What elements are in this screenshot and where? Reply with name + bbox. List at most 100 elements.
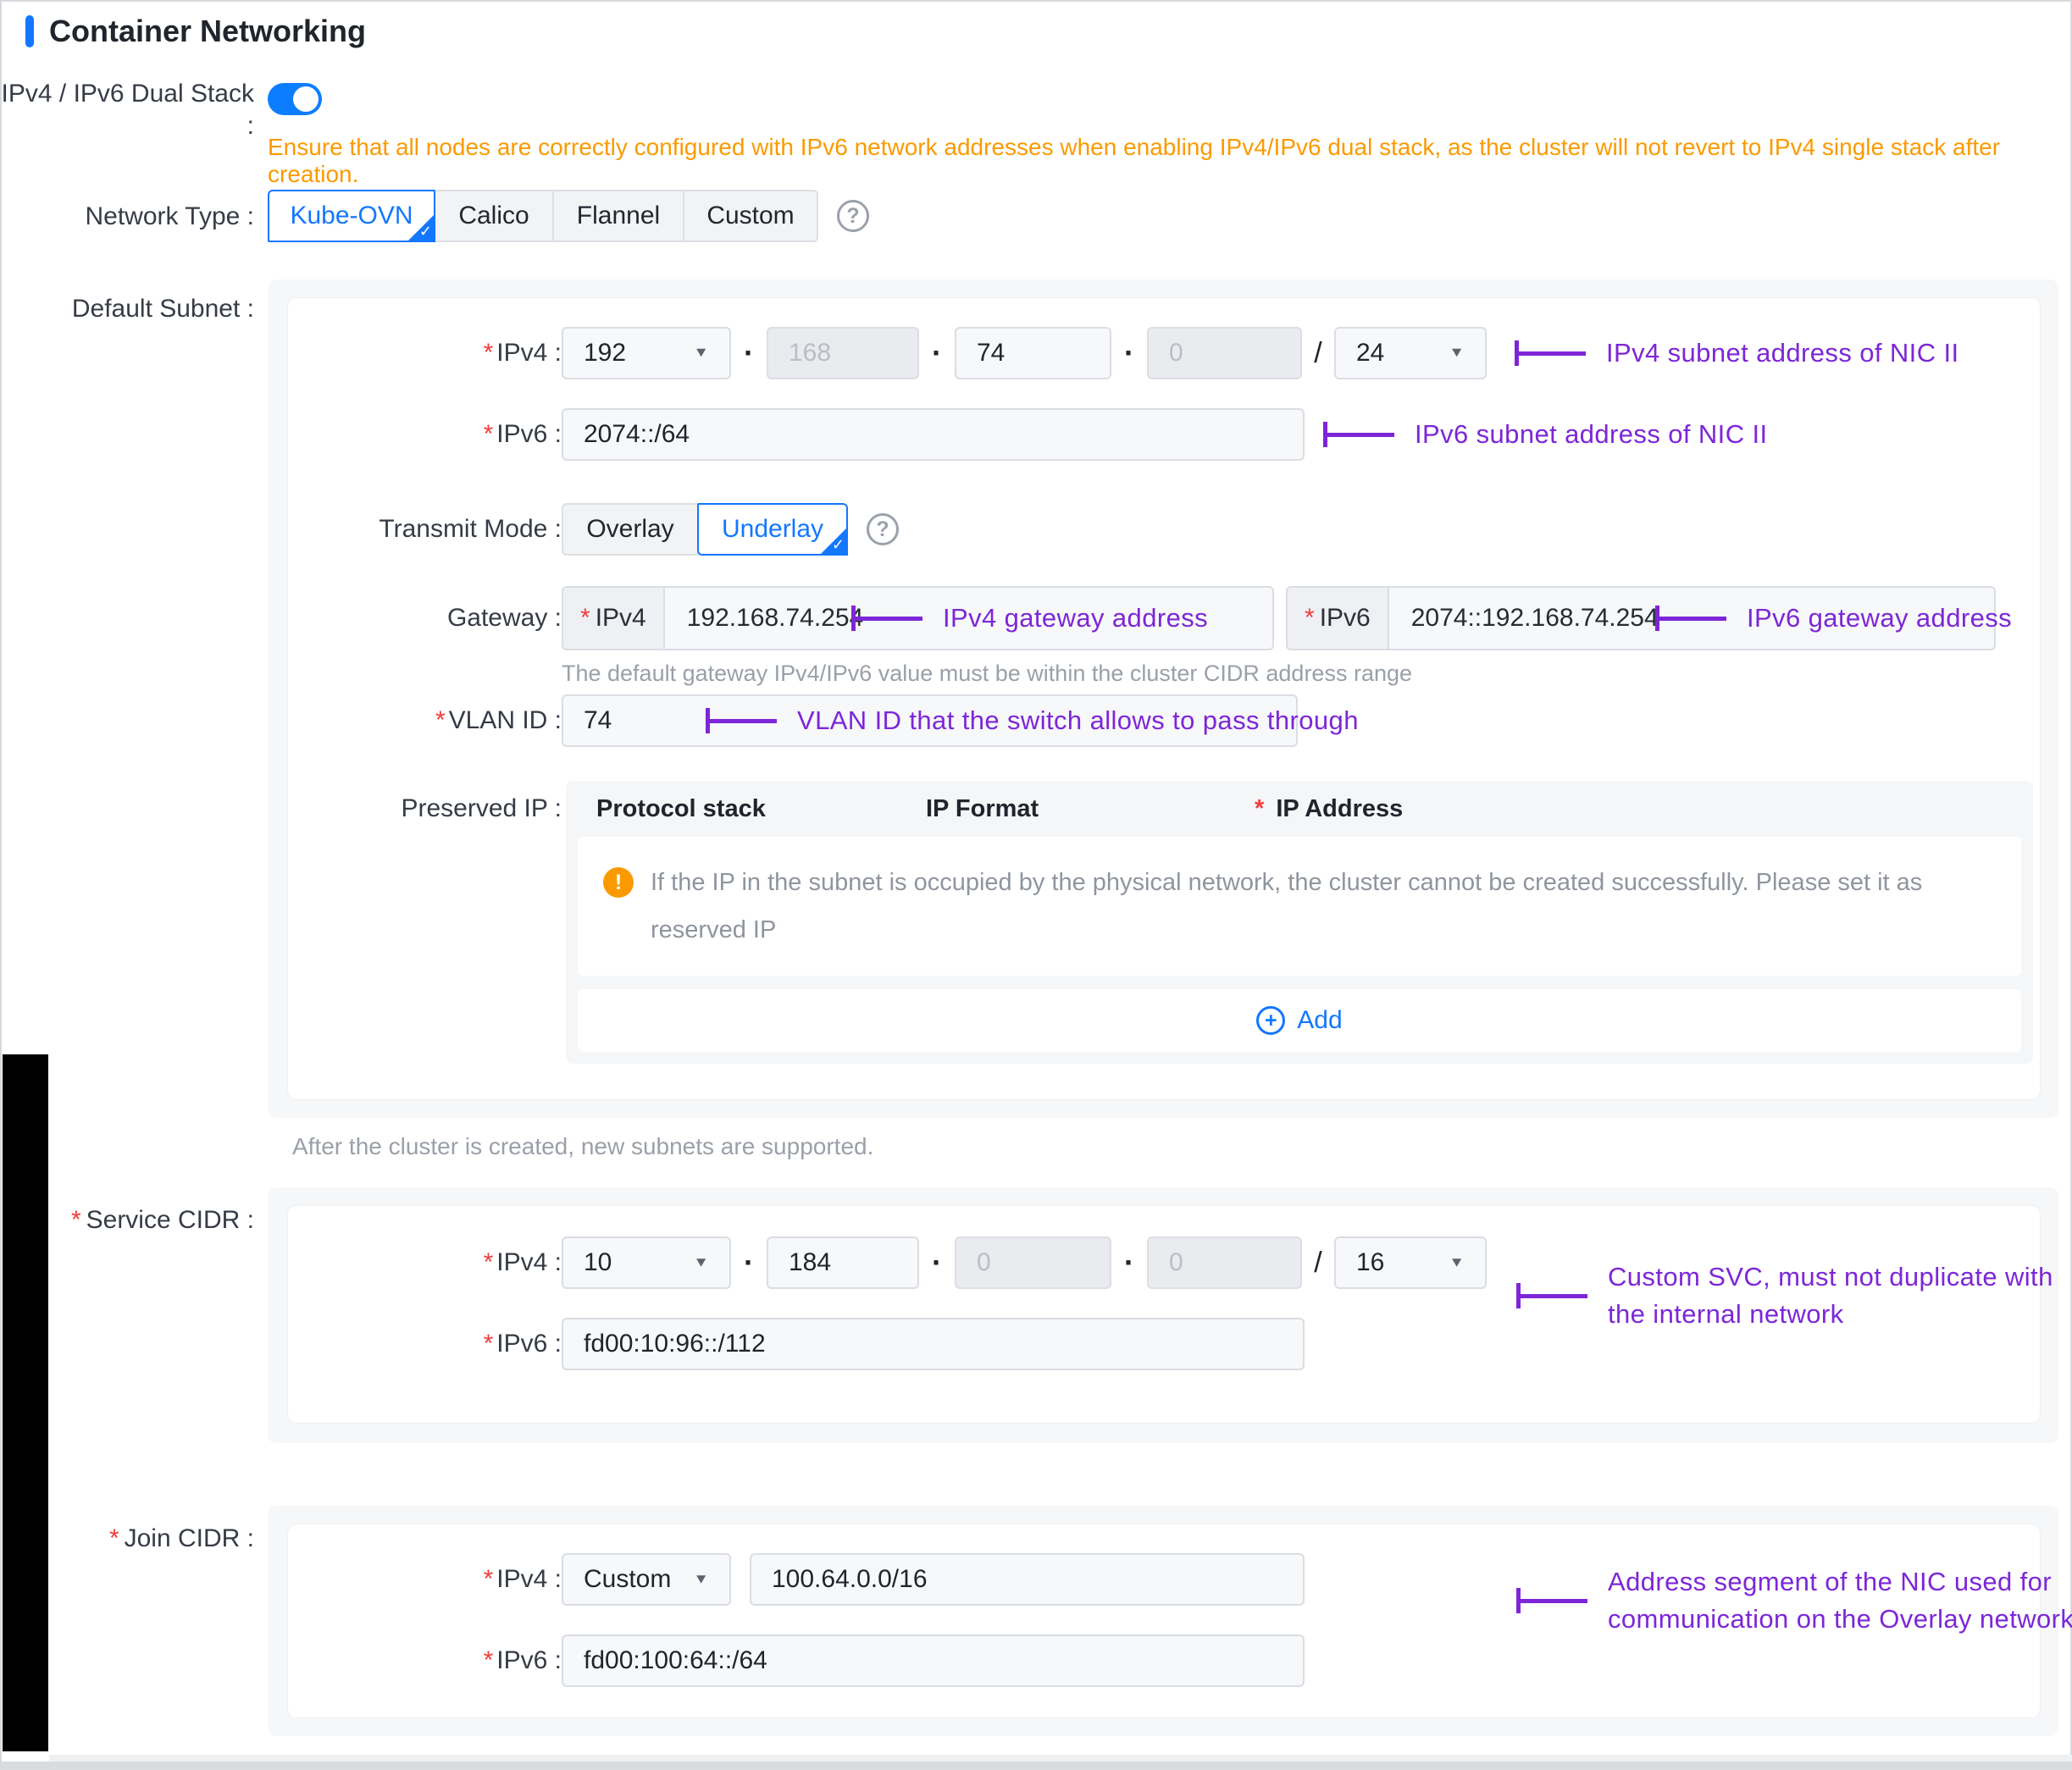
gateway-helper-row: The default gateway IPv4/IPv6 value must… bbox=[288, 661, 2040, 687]
gateway-row: Gateway : * IPv4 192.168.74.254 IPv4 gat… bbox=[288, 586, 2040, 650]
subnet-ipv4-octet4-input: 0 bbox=[1147, 327, 1302, 379]
vlan-row: * VLAN ID : 74 VLAN ID that the switch a… bbox=[288, 694, 2040, 747]
bottom-strip-light bbox=[49, 1755, 2072, 1762]
gateway-ipv4-group[interactable]: * IPv4 192.168.74.254 IPv4 gateway addre… bbox=[562, 586, 1274, 650]
network-type-help-icon[interactable]: ? bbox=[837, 200, 869, 232]
join-cidr-card: * IPv4 : Custom ▼ 100.64.0.0/16 * IPv6 :… bbox=[288, 1524, 2040, 1717]
annotation-marker bbox=[1516, 1588, 1587, 1613]
annotation-marker bbox=[1516, 1283, 1587, 1308]
tab-calico-label: Calico bbox=[458, 202, 529, 230]
column-ip-format: IP Format bbox=[926, 795, 1255, 823]
tab-kube-ovn-label: Kube-OVN bbox=[290, 202, 413, 230]
preserved-ip-table: Protocol stack IP Format * IP Address ! … bbox=[566, 781, 2033, 1064]
tab-calico[interactable]: Calico bbox=[434, 190, 554, 242]
service-ipv4-label: * IPv4 : bbox=[288, 1248, 562, 1277]
subnet-ipv4-annotation: IPv4 subnet address of NIC II bbox=[1515, 338, 1959, 368]
service-ipv6-input[interactable]: fd00:10:96::/112 bbox=[562, 1318, 1305, 1370]
subnet-ipv4-octet3-input[interactable]: 74 bbox=[955, 327, 1111, 379]
dot-separator: · bbox=[919, 335, 955, 371]
join-cidr-annotation: Address segment of the NIC used for comm… bbox=[1516, 1563, 2072, 1638]
slash-separator: / bbox=[1302, 337, 1334, 370]
dot-separator: · bbox=[731, 335, 767, 371]
join-cidr-panel: * IPv4 : Custom ▼ 100.64.0.0/16 * IPv6 :… bbox=[268, 1506, 2058, 1736]
join-ipv4-input[interactable]: 100.64.0.0/16 bbox=[750, 1553, 1305, 1606]
service-ipv6-label: * IPv6 : bbox=[288, 1330, 562, 1358]
dot-separator: · bbox=[1111, 335, 1147, 371]
service-cidr-card: * IPv4 : 10 ▼ · 184 · 0 · 0 bbox=[288, 1206, 2040, 1423]
caret-down-icon: ▼ bbox=[693, 346, 709, 362]
section-accent-bar bbox=[25, 15, 34, 47]
dot-separator: · bbox=[1111, 1245, 1147, 1280]
network-type-tabs: Kube-OVN ✓ Calico Flannel Custom ? bbox=[268, 190, 869, 242]
annotation-marker bbox=[706, 708, 777, 733]
tab-custom[interactable]: Custom bbox=[683, 190, 818, 242]
subnet-ipv4-octet1-select[interactable]: 192 ▼ bbox=[562, 327, 731, 379]
join-ipv6-label: * IPv6 : bbox=[288, 1646, 562, 1675]
caret-down-icon: ▼ bbox=[693, 1255, 709, 1271]
column-protocol-stack: Protocol stack bbox=[596, 795, 926, 823]
transmit-mode-label: Transmit Mode : bbox=[288, 515, 562, 544]
dual-stack-toggle[interactable] bbox=[268, 83, 322, 115]
gateway-label: Gateway : bbox=[288, 604, 562, 633]
service-ipv4-octet2-input[interactable]: 184 bbox=[767, 1236, 919, 1289]
annotation-marker bbox=[1655, 606, 1726, 631]
subnet-ipv6-row: * IPv6 : 2074::/64 IPv6 subnet address o… bbox=[288, 408, 2040, 461]
dual-stack-warning: Ensure that all nodes are correctly conf… bbox=[268, 134, 2057, 188]
transmit-mode-segmented: Overlay Underlay ✓ bbox=[562, 503, 848, 556]
transmit-mode-row: Transmit Mode : Overlay Underlay ✓ ? bbox=[288, 503, 2040, 556]
tab-flannel-label: Flannel bbox=[577, 202, 660, 230]
warning-icon: ! bbox=[603, 867, 634, 898]
preserved-ip-label: Preserved IP : bbox=[288, 781, 562, 823]
caret-down-icon: ▼ bbox=[1449, 346, 1465, 362]
bottom-strip-dark bbox=[0, 1762, 2072, 1770]
column-ip-address: * IP Address bbox=[1255, 795, 1403, 823]
service-ipv4-prefix-select[interactable]: 16 ▼ bbox=[1334, 1236, 1487, 1289]
container-networking-form: Container Networking IPv4 / IPv6 Dual St… bbox=[0, 0, 2072, 1770]
vlan-input-wrap: 74 VLAN ID that the switch allows to pas… bbox=[562, 694, 1298, 747]
check-icon: ✓ bbox=[832, 536, 845, 554]
service-ipv4-octet1-select[interactable]: 10 ▼ bbox=[562, 1236, 731, 1289]
join-ipv6-input[interactable]: fd00:100:64::/64 bbox=[562, 1634, 1305, 1687]
transmit-mode-help-icon[interactable]: ? bbox=[867, 513, 899, 545]
check-icon: ✓ bbox=[419, 223, 432, 241]
tab-overlay[interactable]: Overlay bbox=[562, 503, 699, 556]
subnet-ipv4-prefix-select[interactable]: 24 ▼ bbox=[1334, 327, 1487, 379]
add-icon: + bbox=[1256, 1006, 1285, 1035]
preserved-ip-notice: ! If the IP in the subnet is occupied by… bbox=[578, 837, 2021, 976]
network-type-label: Network Type : bbox=[0, 201, 254, 233]
join-ipv6-row: * IPv6 : fd00:100:64::/64 bbox=[288, 1634, 2040, 1687]
service-cidr-annotation: Custom SVC, must not duplicate with the … bbox=[1516, 1258, 2072, 1333]
page-title: Container Networking bbox=[49, 14, 366, 49]
service-ipv4-octet4-input: 0 bbox=[1147, 1236, 1302, 1289]
subnet-caption: After the cluster is created, new subnet… bbox=[292, 1133, 873, 1160]
add-preserved-ip-button[interactable]: + Add bbox=[578, 989, 2021, 1052]
dot-separator: · bbox=[919, 1245, 955, 1280]
annotation-marker bbox=[851, 606, 922, 631]
default-subnet-panel: * IPv4 : 192 ▼ · 168 · 74 · 0 bbox=[268, 279, 2058, 1118]
subnet-ipv6-input[interactable]: 2074::/64 bbox=[562, 408, 1305, 461]
caret-down-icon: ▼ bbox=[1449, 1255, 1465, 1271]
gateway-ipv6-value[interactable]: 2074::192.168.74.254 bbox=[1389, 588, 1681, 649]
service-ipv4-octet3-input: 0 bbox=[955, 1236, 1111, 1289]
join-ipv4-mode-select[interactable]: Custom ▼ bbox=[562, 1553, 731, 1606]
slash-separator: / bbox=[1302, 1247, 1334, 1280]
subnet-ipv4-row: * IPv4 : 192 ▼ · 168 · 74 · 0 bbox=[288, 327, 2040, 379]
gateway-ipv6-group[interactable]: * IPv6 2074::192.168.74.254 IPv6 gateway… bbox=[1286, 586, 1996, 650]
preserved-ip-row: Preserved IP : Protocol stack IP Format … bbox=[288, 781, 2040, 1064]
tab-underlay[interactable]: Underlay ✓ bbox=[697, 503, 848, 556]
dot-separator: · bbox=[731, 1245, 767, 1280]
join-ipv4-label: * IPv4 : bbox=[288, 1565, 562, 1594]
dual-stack-label: IPv4 / IPv6 Dual Stack : bbox=[0, 78, 254, 142]
subnet-ipv4-octet2-input: 168 bbox=[767, 327, 919, 379]
gateway-ipv4-annotation: IPv4 gateway address bbox=[851, 603, 1208, 633]
tab-kube-ovn[interactable]: Kube-OVN ✓ bbox=[268, 190, 435, 242]
gateway-ipv6-addon: * IPv6 bbox=[1288, 588, 1389, 649]
preserved-ip-table-header: Protocol stack IP Format * IP Address bbox=[578, 781, 2021, 837]
redaction-block bbox=[3, 1054, 48, 1751]
annotation-marker bbox=[1323, 422, 1394, 447]
vlan-annotation: VLAN ID that the switch allows to pass t… bbox=[706, 705, 1359, 736]
tab-custom-label: Custom bbox=[706, 202, 794, 230]
subnet-ipv6-label: * IPv6 : bbox=[288, 420, 562, 449]
subnet-ipv4-label: * IPv4 : bbox=[288, 339, 562, 368]
gateway-helper-text: The default gateway IPv4/IPv6 value must… bbox=[562, 661, 1412, 687]
